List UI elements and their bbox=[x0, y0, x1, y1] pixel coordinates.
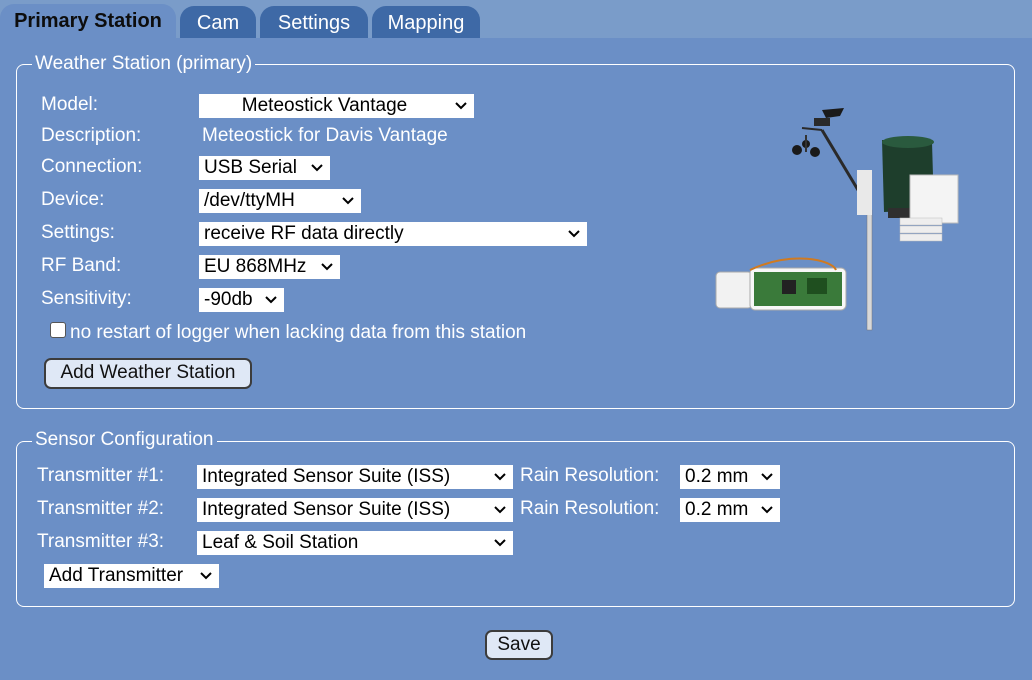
tab-bar: Primary Station Cam Settings Mapping bbox=[0, 0, 1032, 38]
chevron-down-icon bbox=[198, 564, 214, 588]
model-label: Model: bbox=[41, 94, 99, 115]
weather-station-legend: Weather Station (primary) bbox=[32, 53, 256, 75]
chevron-down-icon bbox=[759, 465, 775, 489]
model-select-value: Meteostick Vantage bbox=[241, 95, 408, 116]
sensitivity-label: Sensitivity: bbox=[41, 288, 132, 309]
device-select-value: /dev/ttyMH bbox=[204, 190, 295, 211]
transmitter-3-label: Transmitter #3: bbox=[37, 531, 165, 552]
no-restart-label: no restart of logger when lacking data f… bbox=[70, 322, 527, 343]
rain-resolution-1-value: 0.2 mm bbox=[685, 466, 749, 487]
sensitivity-select-value: -90db bbox=[204, 289, 253, 310]
transmitter-1-value: Integrated Sensor Suite (ISS) bbox=[202, 466, 451, 487]
transmitter-1-label: Transmitter #1: bbox=[37, 465, 165, 486]
chevron-down-icon bbox=[566, 222, 582, 246]
tab-primary-station[interactable]: Primary Station bbox=[0, 4, 176, 38]
settings-select[interactable]: receive RF data directly bbox=[199, 222, 587, 246]
connection-select[interactable]: USB Serial bbox=[199, 156, 330, 180]
transmitter-2-select[interactable]: Integrated Sensor Suite (ISS) bbox=[197, 498, 513, 522]
chevron-down-icon bbox=[759, 498, 775, 522]
chevron-down-icon bbox=[263, 288, 279, 312]
transmitter-2-value: Integrated Sensor Suite (ISS) bbox=[202, 499, 451, 520]
chevron-down-icon bbox=[453, 94, 469, 118]
chevron-down-icon bbox=[309, 156, 325, 180]
save-button[interactable]: Save bbox=[485, 630, 553, 660]
rain-resolution-2-select[interactable]: 0.2 mm bbox=[680, 498, 780, 522]
description-label: Description: bbox=[41, 125, 142, 146]
rfband-label: RF Band: bbox=[41, 255, 122, 276]
transmitter-3-value: Leaf & Soil Station bbox=[202, 532, 359, 553]
tab-settings[interactable]: Settings bbox=[260, 6, 368, 38]
no-restart-checkbox[interactable] bbox=[50, 322, 66, 338]
rain-resolution-1-label: Rain Resolution: bbox=[520, 465, 660, 486]
sensitivity-select[interactable]: -90db bbox=[199, 288, 284, 312]
weather-station-image bbox=[715, 108, 959, 331]
sensor-config-legend: Sensor Configuration bbox=[32, 429, 217, 451]
model-select[interactable]: Meteostick Vantage bbox=[199, 94, 474, 118]
settings-select-value: receive RF data directly bbox=[204, 223, 404, 244]
chevron-down-icon bbox=[319, 255, 335, 279]
rain-resolution-2-label: Rain Resolution: bbox=[520, 498, 660, 519]
settings-label: Settings: bbox=[41, 222, 115, 243]
chevron-down-icon bbox=[340, 189, 356, 213]
transmitter-1-select[interactable]: Integrated Sensor Suite (ISS) bbox=[197, 465, 513, 489]
device-select[interactable]: /dev/ttyMH bbox=[199, 189, 361, 213]
tab-mapping[interactable]: Mapping bbox=[372, 6, 480, 38]
transmitter-2-label: Transmitter #2: bbox=[37, 498, 165, 519]
description-value: Meteostick for Davis Vantage bbox=[202, 125, 448, 146]
add-transmitter-select[interactable]: Add Transmitter bbox=[44, 564, 219, 588]
add-weather-station-button[interactable]: Add Weather Station bbox=[44, 358, 252, 389]
rfband-select-value: EU 868MHz bbox=[204, 256, 307, 277]
tab-cam[interactable]: Cam bbox=[180, 6, 256, 38]
connection-select-value: USB Serial bbox=[204, 157, 297, 178]
rain-resolution-2-value: 0.2 mm bbox=[685, 499, 749, 520]
rfband-select[interactable]: EU 868MHz bbox=[199, 255, 340, 279]
chevron-down-icon bbox=[492, 498, 508, 522]
add-transmitter-value: Add Transmitter bbox=[49, 565, 184, 586]
connection-label: Connection: bbox=[41, 156, 143, 177]
device-label: Device: bbox=[41, 189, 105, 210]
chevron-down-icon bbox=[492, 531, 508, 555]
rain-resolution-1-select[interactable]: 0.2 mm bbox=[680, 465, 780, 489]
chevron-down-icon bbox=[492, 465, 508, 489]
transmitter-3-select[interactable]: Leaf & Soil Station bbox=[197, 531, 513, 555]
